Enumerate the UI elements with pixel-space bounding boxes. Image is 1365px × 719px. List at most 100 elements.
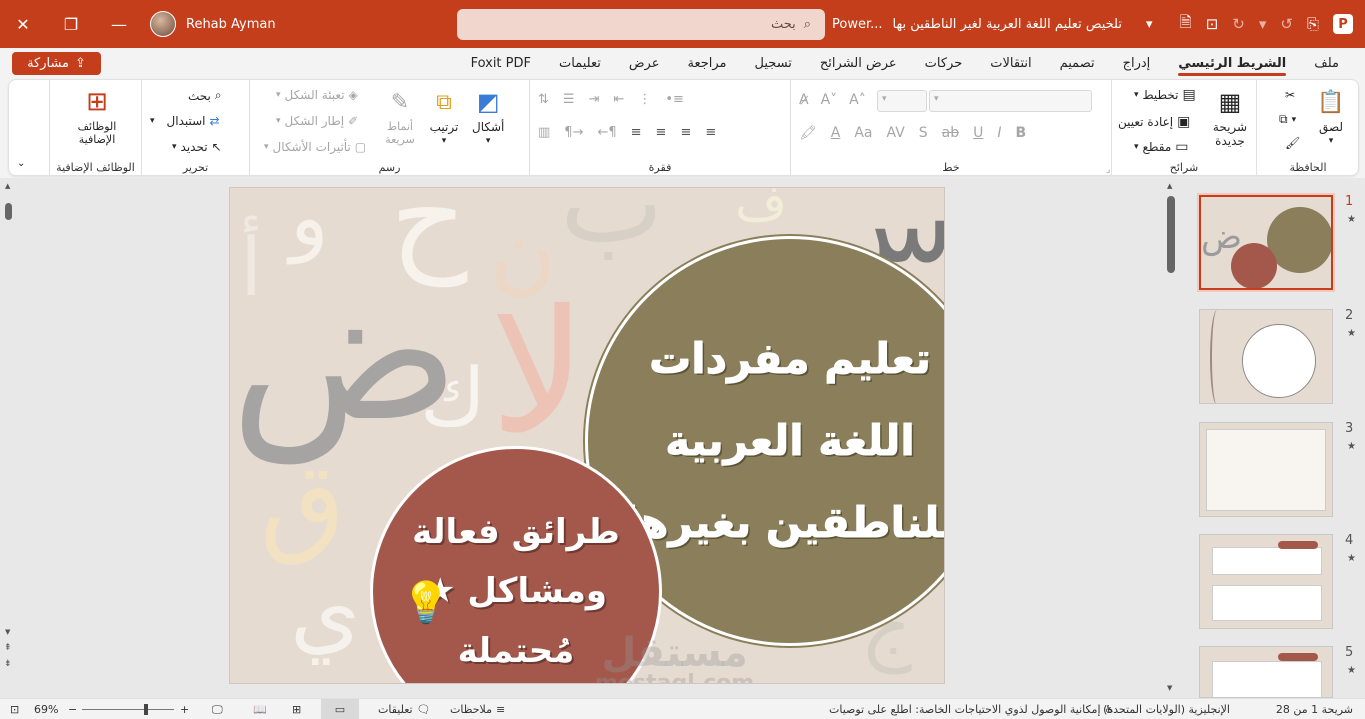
minimize-icon[interactable]: —: [96, 0, 142, 48]
scroll-thumb[interactable]: [5, 203, 12, 220]
font-name-box[interactable]: ▾: [929, 90, 1092, 112]
find-button[interactable]: بحث ⌕: [188, 88, 222, 103]
tab-transitions[interactable]: انتقالات: [976, 48, 1045, 78]
arrange-button[interactable]: ⧉ ترتيب ▾: [428, 86, 460, 147]
normal-view-icon[interactable]: ▭: [321, 699, 359, 719]
thumbnail-slide-4[interactable]: [1199, 534, 1333, 629]
notes-button[interactable]: ملاحظات ≡: [450, 699, 505, 719]
zoom-in-icon[interactable]: +: [180, 699, 189, 719]
char-spacing-icon[interactable]: AV: [887, 125, 905, 141]
thumbnail-slide-2[interactable]: [1199, 309, 1333, 404]
line-spacing-icon[interactable]: ☰: [563, 92, 575, 107]
redo-icon[interactable]: ↻: [1232, 15, 1245, 33]
text-direction-icon[interactable]: ⇅: [538, 92, 549, 107]
undo-dropdown-icon[interactable]: ▾: [1259, 15, 1267, 33]
zoom-out-icon[interactable]: −: [68, 699, 77, 719]
replace-button[interactable]: ▾ استبدال ⇄: [150, 114, 220, 128]
bold-icon[interactable]: B: [1016, 125, 1027, 141]
shape-outline-button[interactable]: ▾ إطار الشكل ✐: [276, 114, 358, 128]
scroll-thumb[interactable]: [1167, 196, 1175, 273]
autosave-icon[interactable]: ⎘: [1307, 15, 1319, 33]
comments-button[interactable]: تعليقات 🗨: [378, 699, 431, 719]
highlight-icon[interactable]: 🖍: [799, 125, 817, 141]
restore-icon[interactable]: ❐: [48, 0, 94, 48]
tab-help[interactable]: تعليمات: [545, 48, 615, 78]
slideshow-icon[interactable]: 🖵: [212, 699, 223, 719]
tab-animations[interactable]: حركات: [911, 48, 977, 78]
font-color-icon[interactable]: A: [831, 125, 841, 141]
thumbnail-slide-1[interactable]: ض: [1199, 195, 1333, 290]
tab-file[interactable]: ملف: [1300, 48, 1353, 78]
indent-decrease-icon[interactable]: ⇤: [613, 92, 624, 107]
italic-icon[interactable]: I: [997, 125, 1001, 141]
undo-icon[interactable]: ↺: [1280, 15, 1293, 33]
scroll-down-icon[interactable]: ▼: [5, 628, 10, 636]
numbering-icon[interactable]: ⋮: [638, 92, 651, 107]
zoom-level[interactable]: 69%: [34, 699, 58, 719]
paste-button[interactable]: 📋 لصق ▾: [1315, 86, 1347, 147]
bullets-icon[interactable]: •≡: [665, 92, 684, 107]
slide-sorter-icon[interactable]: ⊞: [292, 699, 301, 719]
tab-view[interactable]: عرض: [615, 48, 674, 78]
share-button[interactable]: مشاركة ⇪: [12, 52, 101, 75]
close-icon[interactable]: ✕: [0, 0, 46, 48]
strike-icon[interactable]: ab: [942, 125, 959, 141]
search-box[interactable]: بحث ⌕: [457, 9, 825, 40]
scroll-up-icon[interactable]: ▲: [5, 182, 10, 190]
tab-design[interactable]: تصميم: [1046, 48, 1109, 78]
clear-format-icon[interactable]: A̷: [799, 92, 809, 108]
justify-icon[interactable]: ≡: [631, 125, 642, 140]
select-button[interactable]: ▾ تحديد ↖: [172, 140, 222, 154]
tab-home[interactable]: الشريط الرئيسي: [1164, 48, 1300, 78]
rtl-icon[interactable]: ←¶: [597, 125, 616, 140]
left-scrollbar[interactable]: ▲ ▼ ⇞ ⇟: [0, 178, 18, 698]
zoom-slider-thumb[interactable]: [144, 704, 148, 715]
tab-slideshow[interactable]: عرض الشرائح: [806, 48, 911, 78]
decrease-font-icon[interactable]: A˅: [821, 92, 838, 108]
align-right-icon[interactable]: ≡: [705, 125, 716, 140]
scroll-up-icon[interactable]: ▲: [1167, 182, 1172, 190]
addins-button[interactable]: ⊞ الوظائف الإضافية: [64, 86, 130, 146]
underline-icon[interactable]: U: [973, 125, 983, 141]
next-slide-icon[interactable]: ⇟: [4, 659, 12, 669]
quick-styles-button[interactable]: ✎ أنماط سريعة: [380, 86, 420, 147]
copy-icon[interactable]: ⧉ ▾: [1279, 112, 1296, 127]
account-button[interactable]: Rehab Ayman: [150, 0, 276, 48]
new-slide-button[interactable]: ▦ شريحة جديدة: [1208, 86, 1252, 148]
prev-slide-icon[interactable]: ⇞: [4, 643, 12, 653]
reset-button[interactable]: إعادة تعيين ▣: [1118, 115, 1190, 129]
shape-effects-button[interactable]: ▾ تأثيرات الأشكال ▢: [264, 140, 366, 154]
increase-font-icon[interactable]: A˄: [849, 92, 866, 108]
tab-insert[interactable]: إدراج: [1109, 48, 1165, 78]
fit-slide-icon[interactable]: ⊡: [10, 699, 19, 719]
accessibility-button[interactable]: إمكانية الوصول لذوي الاحتياجات الخاصة: ا…: [829, 699, 1114, 719]
cut-icon[interactable]: ✂: [1285, 88, 1295, 102]
tab-record[interactable]: تسجيل: [741, 48, 806, 78]
font-size-box[interactable]: ▾: [877, 90, 927, 112]
shapes-button[interactable]: ◩ أشكال ▾: [472, 86, 504, 146]
shadow-icon[interactable]: S: [919, 125, 928, 141]
columns-icon[interactable]: ▥: [538, 125, 550, 140]
doc-title[interactable]: تلخيص تعليم اللغة العربية لغير الناطقين …: [893, 17, 1122, 32]
section-button[interactable]: ▾ مقطع ▭: [1134, 140, 1189, 154]
chevron-down-icon[interactable]: ▾: [1146, 17, 1153, 32]
reading-view-icon[interactable]: 📖: [253, 699, 267, 719]
indent-increase-icon[interactable]: ⇥: [589, 92, 600, 107]
thumbnail-slide-3[interactable]: [1199, 422, 1333, 517]
scroll-down-icon[interactable]: ▼: [1167, 684, 1172, 692]
layout-button[interactable]: ▾ تخطيط ▤: [1134, 88, 1196, 102]
ltr-icon[interactable]: ¶→: [564, 125, 583, 140]
slide-canvas[interactable]: ض أ و ح ن ب ف س لا ك ق ي ج تعليم مفردات …: [229, 187, 945, 684]
thumbnail-slide-5[interactable]: [1199, 646, 1333, 698]
save-as-icon[interactable]: 🗎: [1180, 12, 1192, 37]
case-icon[interactable]: Aa: [854, 125, 872, 141]
tab-foxit[interactable]: Foxit PDF: [457, 48, 545, 78]
present-icon[interactable]: ⊡: [1206, 15, 1219, 33]
vertical-scrollbar[interactable]: ▲ ▼: [1163, 178, 1179, 698]
collapse-ribbon-icon[interactable]: ⌄: [17, 158, 25, 169]
tab-review[interactable]: مراجعة: [674, 48, 741, 78]
zoom-slider[interactable]: [82, 699, 174, 719]
format-painter-icon[interactable]: 🖌: [1285, 136, 1300, 150]
align-left-icon[interactable]: ≡: [656, 125, 667, 140]
align-center-icon[interactable]: ≡: [680, 125, 691, 140]
